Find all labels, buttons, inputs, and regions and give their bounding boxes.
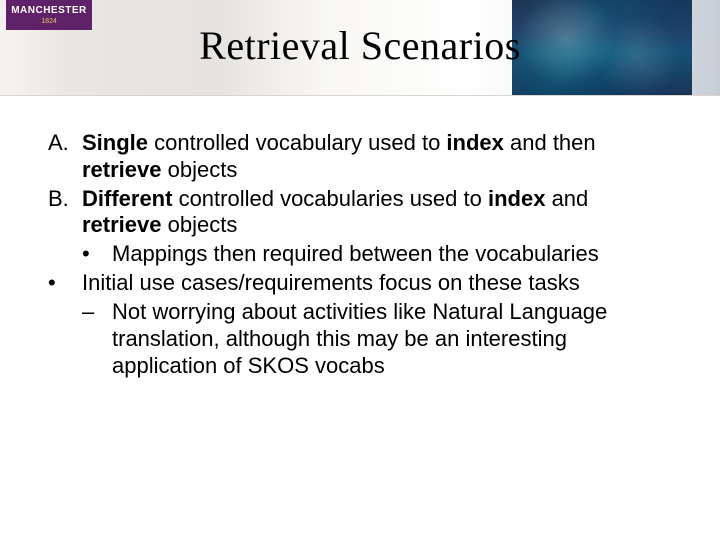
slide: MANCHESTER 1824 of Manchester The Univer… <box>0 0 720 540</box>
list-item-text: Initial use cases/requirements focus on … <box>82 270 668 297</box>
list-item: A.Single controlled vocabulary used to i… <box>48 130 668 184</box>
slide-title: Retrieval Scenarios <box>0 22 720 69</box>
list-marker: A. <box>48 130 82 184</box>
sub-list-item: –Not worrying about activities like Natu… <box>82 299 668 379</box>
list-item: •Initial use cases/requirements focus on… <box>48 270 668 297</box>
sub-list-marker: • <box>82 241 112 268</box>
sub-list-marker: – <box>82 299 112 379</box>
list-item-text: Not worrying about activities like Natur… <box>112 299 668 379</box>
sub-list-item: •Mappings then required between the voca… <box>82 241 668 268</box>
list-item: B.Different controlled vocabularies used… <box>48 186 668 240</box>
list-marker: B. <box>48 186 82 240</box>
list-item-text: Single controlled vocabulary used to ind… <box>82 130 668 184</box>
list-item-text: Mappings then required between the vocab… <box>112 241 668 268</box>
slide-body: A.Single controlled vocabulary used to i… <box>48 130 668 381</box>
list-item-text: Different controlled vocabularies used t… <box>82 186 668 240</box>
list-marker: • <box>48 270 82 297</box>
logo-line1: MANCHESTER <box>11 6 87 16</box>
